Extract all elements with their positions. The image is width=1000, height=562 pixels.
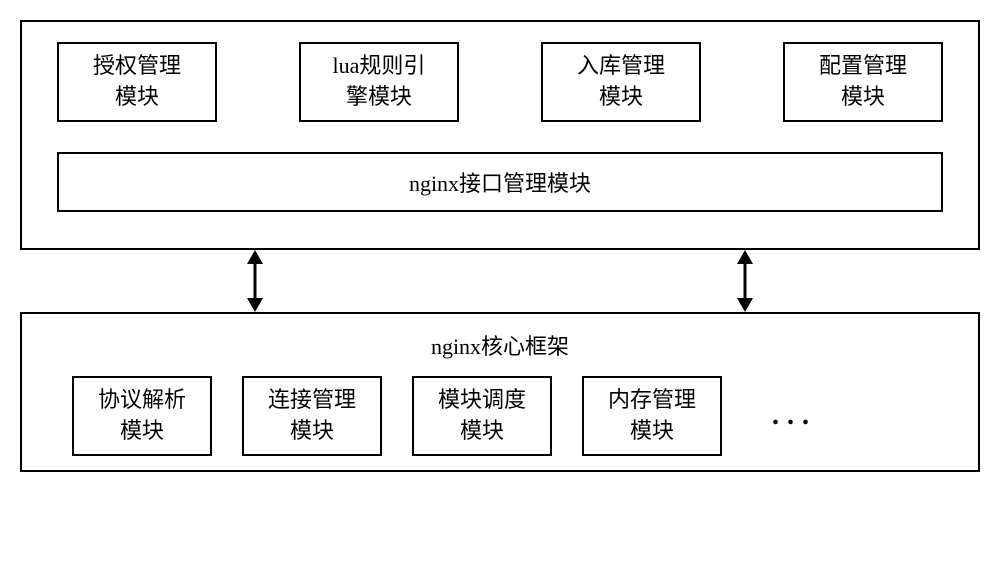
memory-label: 内存管理 模块: [608, 385, 696, 447]
auth-label: 授权管理 模块: [93, 51, 181, 113]
bottom-title-label: nginx核心框架: [431, 334, 569, 359]
config-management-module: 配置管理 模块: [783, 42, 943, 122]
top-modules-row: 授权管理 模块 lua规则引 擎模块 入库管理 模块 配置管理 模块: [52, 42, 948, 122]
arrows-container: [20, 250, 980, 312]
top-frame: 授权管理 模块 lua规则引 擎模块 入库管理 模块 配置管理 模块 nginx…: [20, 20, 980, 250]
schedule-label: 模块调度 模块: [438, 385, 526, 447]
memory-management-module: 内存管理 模块: [582, 376, 722, 456]
store-label: 入库管理 模块: [577, 51, 665, 113]
module-schedule-module: 模块调度 模块: [412, 376, 552, 456]
auth-management-module: 授权管理 模块: [57, 42, 217, 122]
interface-label: nginx接口管理模块: [409, 166, 591, 198]
config-label: 配置管理 模块: [819, 51, 907, 113]
connection-label: 连接管理 模块: [268, 385, 356, 447]
connection-management-module: 连接管理 模块: [242, 376, 382, 456]
bottom-frame: nginx核心框架 协议解析 模块 连接管理 模块 模块调度 模块 内存管理 模…: [20, 312, 980, 472]
protocol-parse-module: 协议解析 模块: [72, 376, 212, 456]
lua-label: lua规则引 擎模块: [333, 51, 426, 113]
nginx-core-framework-title: nginx核心框架: [52, 329, 948, 361]
protocol-label: 协议解析 模块: [98, 385, 186, 447]
ellipsis-icon: ...: [772, 400, 817, 432]
lua-rule-engine-module: lua规则引 擎模块: [299, 42, 459, 122]
storage-management-module: 入库管理 模块: [541, 42, 701, 122]
bidirectional-arrow-left: [240, 250, 270, 312]
bidirectional-arrow-right: [730, 250, 760, 312]
bottom-modules-row: 协议解析 模块 连接管理 模块 模块调度 模块 内存管理 模块 ...: [52, 376, 948, 456]
ellipsis-label: ...: [772, 400, 817, 431]
nginx-interface-module: nginx接口管理模块: [57, 152, 943, 212]
